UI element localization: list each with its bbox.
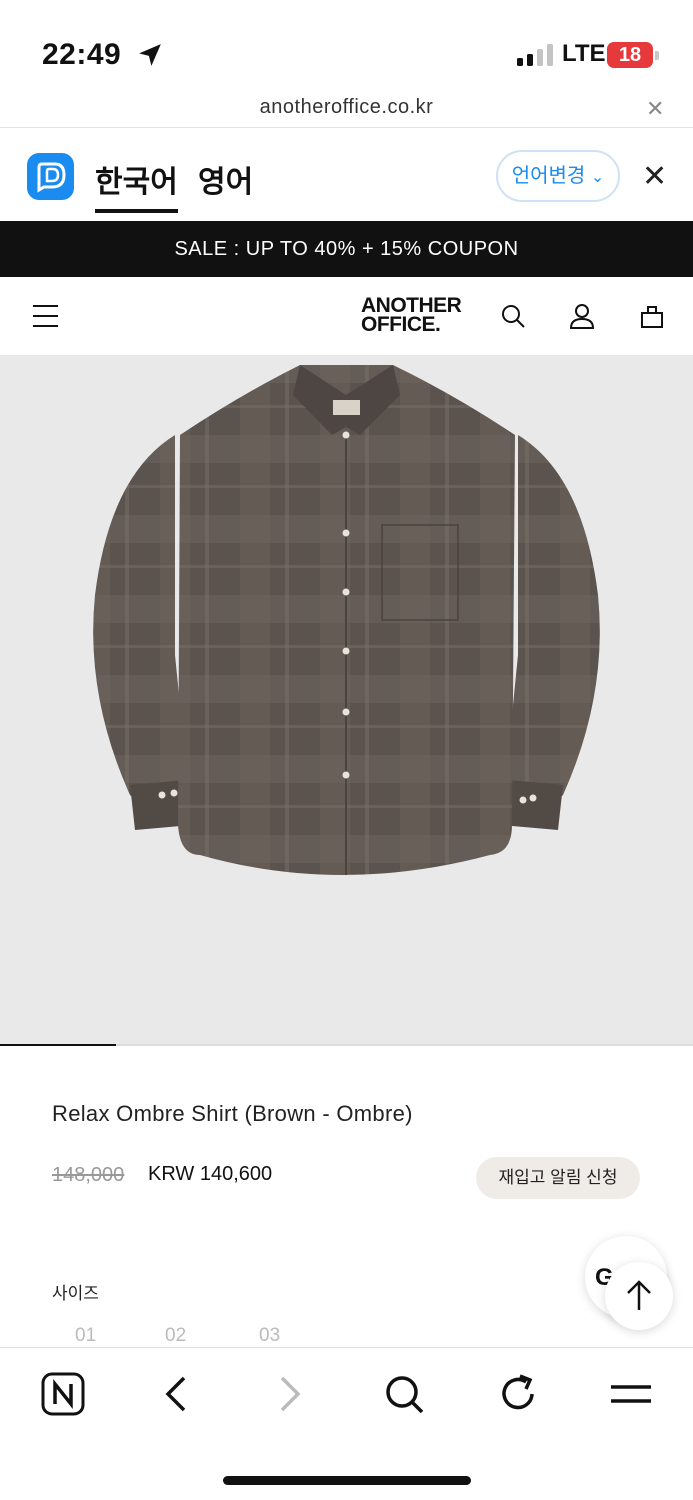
battery-level: 18 (607, 42, 653, 68)
sale-banner[interactable]: SALE : UP TO 40% + 15% COUPON (0, 221, 693, 277)
papago-icon[interactable] (27, 153, 74, 200)
url-close-icon[interactable]: ✕ (646, 96, 664, 122)
size-label: 사이즈 (52, 1284, 99, 1303)
product-image[interactable] (0, 355, 693, 1045)
hamburger-menu-icon[interactable] (33, 305, 58, 327)
scroll-top-button[interactable] (605, 1262, 673, 1330)
network-type: LTE (562, 40, 606, 67)
status-bar: 22:49 LTE 18 (0, 0, 693, 88)
forward-icon[interactable] (266, 1370, 314, 1418)
battery-icon: 18 (607, 42, 659, 68)
product-name: Relax Ombre Shirt (Brown - Ombre) (52, 1101, 413, 1126)
language-change-button[interactable]: 언어변경 ⌄ (496, 150, 620, 202)
home-indicator (223, 1476, 471, 1485)
url-text[interactable]: anotheroffice.co.kr (0, 96, 693, 119)
account-icon[interactable] (568, 302, 596, 330)
logo-line-2: OFFICE. (361, 313, 441, 336)
url-bar[interactable]: anotheroffice.co.kr ✕ (0, 88, 693, 128)
size-option-01[interactable]: 01 (75, 1325, 96, 1347)
original-price: 148,000 (52, 1164, 125, 1186)
browser-toolbar (0, 1347, 693, 1500)
back-icon[interactable] (152, 1370, 200, 1418)
language-change-label: 언어변경 (511, 165, 586, 187)
chevron-down-icon: ⌄ (590, 169, 605, 186)
arrow-up-icon (627, 1280, 651, 1310)
site-header: ANOTHER OFFICE. (0, 277, 693, 355)
status-time: 22:49 (42, 38, 122, 71)
size-option-02[interactable]: 02 (165, 1325, 186, 1347)
image-pagination (0, 1044, 693, 1046)
tab-source-language[interactable]: 한국어 (95, 157, 178, 213)
size-option-03[interactable]: 03 (259, 1325, 280, 1347)
sale-price: KRW 140,600 (148, 1163, 273, 1185)
image-pagination-active (0, 1044, 116, 1046)
signal-icon (517, 44, 553, 66)
tab-target-language[interactable]: 영어 (198, 157, 253, 201)
location-arrow-icon (139, 44, 161, 66)
translate-bar: 한국어 영어 언어변경 ⌄ ✕ (0, 129, 693, 221)
search-icon[interactable] (380, 1370, 428, 1418)
naver-home-icon[interactable] (39, 1370, 87, 1418)
menu-icon[interactable] (607, 1370, 655, 1418)
cart-icon[interactable] (638, 302, 666, 330)
site-logo[interactable]: ANOTHER OFFICE. (361, 295, 462, 336)
close-translate-icon[interactable]: ✕ (642, 159, 667, 194)
refresh-icon[interactable] (494, 1370, 542, 1418)
restock-alert-button[interactable]: 재입고 알림 신청 (476, 1157, 640, 1199)
search-icon[interactable] (499, 302, 527, 330)
